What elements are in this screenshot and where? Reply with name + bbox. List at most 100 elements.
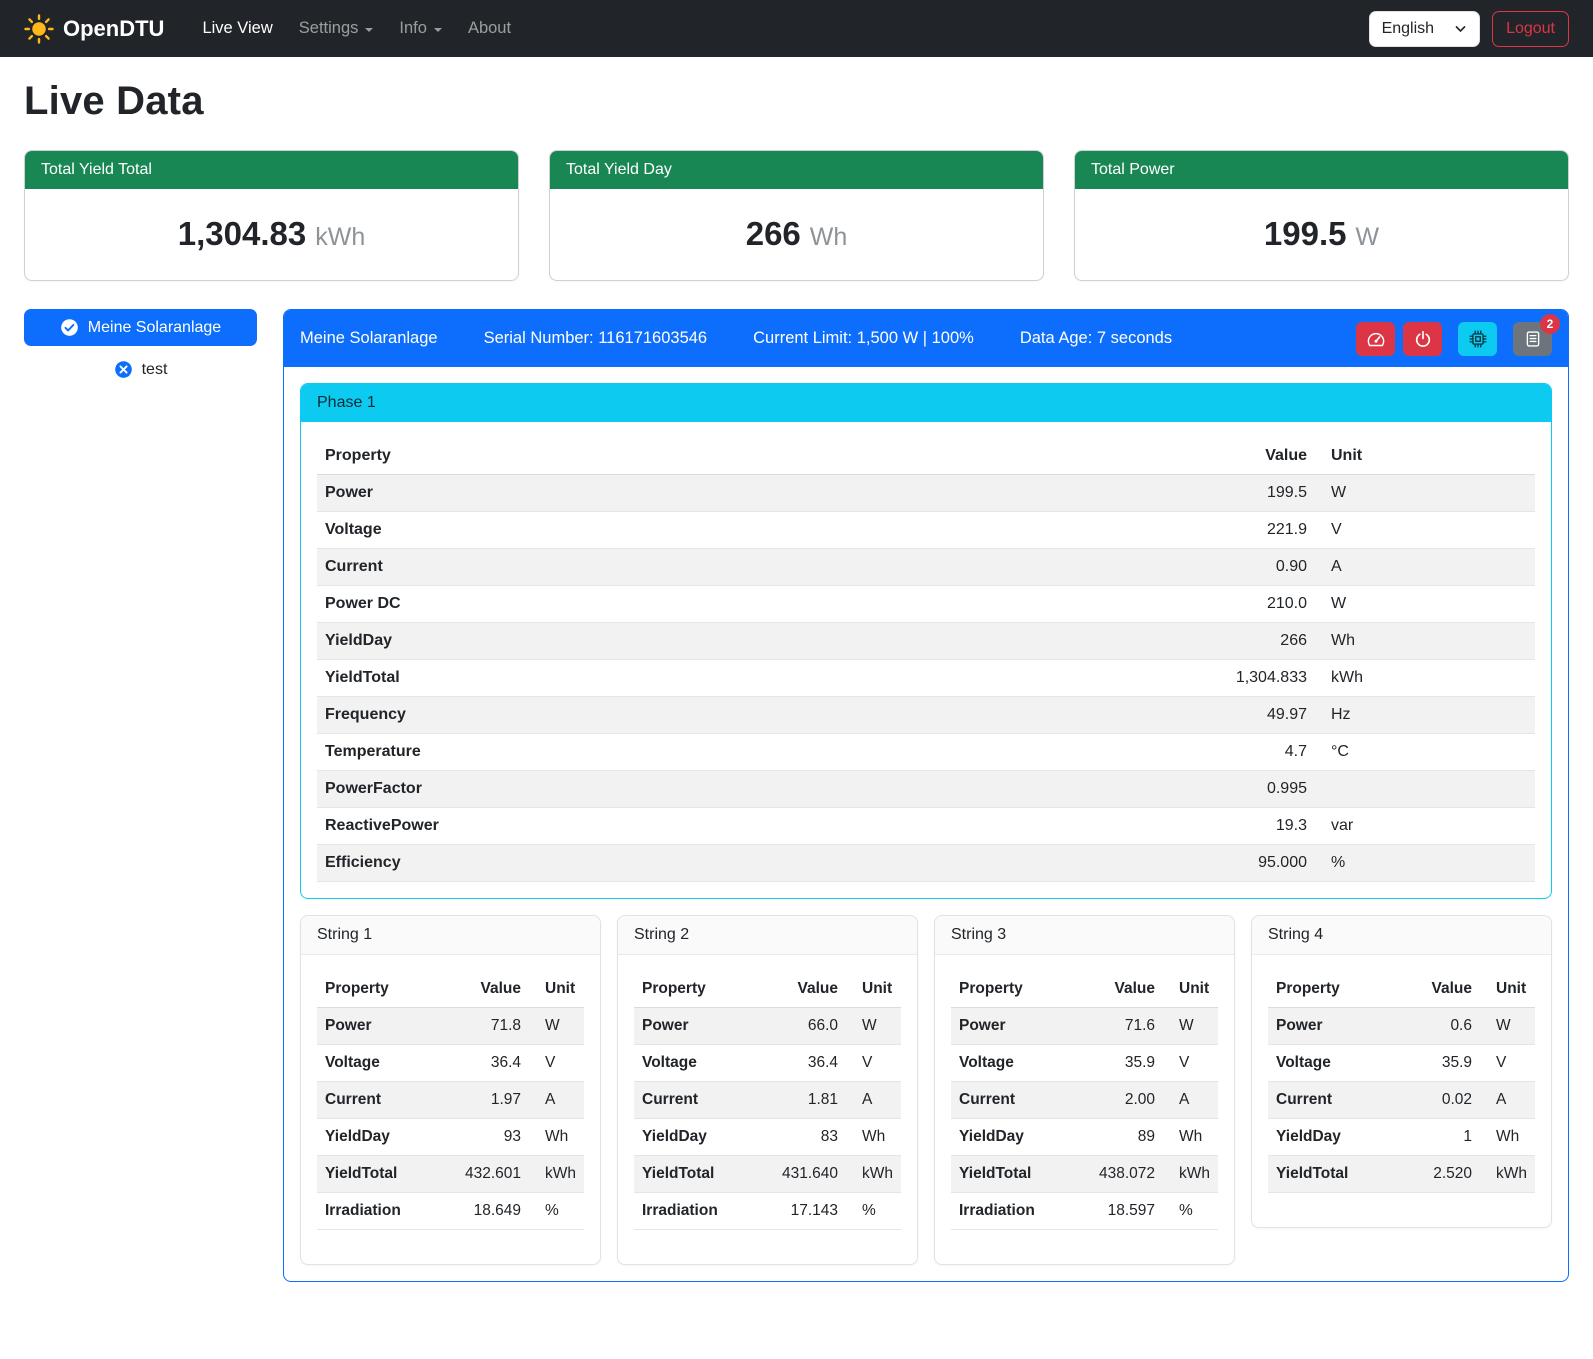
value-cell: 1,304.833 [914,660,1315,697]
unit-cell: % [1163,1193,1218,1230]
value-cell: 2.520 [1397,1156,1480,1193]
table-row: Voltage35.9V [951,1045,1218,1082]
total-yield-day-unit: Wh [810,223,848,251]
value-cell: 221.9 [914,512,1315,549]
value-cell: 210.0 [914,586,1315,623]
inverter-name: Meine Solaranlage [300,329,438,348]
property-cell: Voltage [317,512,914,549]
unit-cell: Wh [1163,1119,1218,1156]
property-cell: Power [317,475,914,512]
event-log-button[interactable]: 2 [1513,322,1552,356]
value-cell: 266 [914,623,1315,660]
value-cell: 35.9 [1397,1045,1480,1082]
value-column-header: Value [1397,971,1480,1008]
value-cell: 1 [1397,1119,1480,1156]
language-select[interactable]: English [1369,11,1480,47]
property-cell: YieldTotal [317,660,914,697]
property-cell: PowerFactor [317,771,914,808]
property-cell: Frequency [317,697,914,734]
string-card-body: Property Value Unit Power66.0WVoltage36.… [618,955,917,1264]
property-cell: Voltage [1268,1045,1397,1082]
table-row: YieldTotal438.072kWh [951,1156,1218,1193]
chevron-down-icon [434,28,442,32]
chevron-down-icon [1454,22,1467,35]
brand[interactable]: OpenDTU [24,14,164,44]
property-cell: YieldDay [1268,1119,1397,1156]
inverter-header: Meine Solaranlage Serial Number: 1161716… [284,310,1568,367]
total-power-card: Total Power 199.5W [1074,150,1569,281]
x-circle-icon [114,360,133,379]
page-title: Live Data [24,79,1569,124]
table-row: YieldDay266Wh [317,623,1535,660]
total-yield-total-card: Total Yield Total 1,304.83kWh [24,150,519,281]
table-header-row: Property Value Unit [1268,971,1535,1008]
property-cell: Current [634,1082,753,1119]
phase-1-card: Phase 1 Property Value Unit P [300,383,1552,899]
unit-cell: Wh [846,1119,901,1156]
table-row: ReactivePower19.3var [317,808,1535,845]
property-column-header: Property [634,971,753,1008]
table-row: YieldDay83Wh [634,1119,901,1156]
property-cell: Current [317,1082,436,1119]
property-cell: YieldDay [317,1119,436,1156]
device-info-button[interactable] [1458,322,1497,356]
property-cell: Power DC [317,586,914,623]
power-button[interactable] [1403,322,1442,356]
value-cell: 95.000 [914,845,1315,882]
unit-cell: A [529,1082,584,1119]
power-icon [1414,330,1432,348]
property-cell: YieldDay [317,623,914,660]
property-cell: YieldTotal [951,1156,1070,1193]
nav-info-label: Info [399,19,427,38]
value-cell: 432.601 [436,1156,529,1193]
value-cell: 1.81 [753,1082,846,1119]
unit-cell: Wh [529,1119,584,1156]
navbar: OpenDTU Live View Settings Info About En… [0,0,1593,57]
table-row: Power71.6W [951,1008,1218,1045]
table-row: Efficiency95.000% [317,845,1535,882]
table-row: Voltage221.9V [317,512,1535,549]
value-cell: 71.8 [436,1008,529,1045]
limit-settings-button[interactable] [1356,322,1395,356]
unit-column-header: Unit [1163,971,1218,1008]
table-header-row: Property Value Unit [951,971,1218,1008]
property-cell: YieldDay [951,1119,1070,1156]
unit-cell: W [529,1008,584,1045]
property-cell: Temperature [317,734,914,771]
unit-cell: W [1480,1008,1535,1045]
unit-column-header: Unit [529,971,584,1008]
property-cell: YieldTotal [634,1156,753,1193]
nav-about[interactable]: About [458,11,521,46]
value-cell: 36.4 [436,1045,529,1082]
sidebar-item-test[interactable]: test [24,356,257,383]
nav-settings[interactable]: Settings [289,11,384,46]
logout-button[interactable]: Logout [1492,11,1569,47]
nav-info[interactable]: Info [389,11,452,46]
sidebar-item-label: test [142,361,168,379]
page-container: Live Data Total Yield Total 1,304.83kWh … [0,57,1593,1310]
sidebar-item-meine-solaranlage[interactable]: Meine Solaranlage [24,309,257,346]
value-cell: 89 [1070,1119,1163,1156]
cpu-icon [1469,330,1487,348]
value-column-header: Value [753,971,846,1008]
table-row: Temperature4.7°C [317,734,1535,771]
nav-live-view[interactable]: Live View [192,11,282,46]
string-card-body: Property Value Unit Power71.6WVoltage35.… [935,955,1234,1264]
value-cell: 0.6 [1397,1008,1480,1045]
value-cell: 17.143 [753,1193,846,1230]
brand-label: OpenDTU [63,16,164,42]
total-yield-day-card: Total Yield Day 266Wh [549,150,1044,281]
property-cell: Voltage [634,1045,753,1082]
string-title: String 2 [618,916,917,955]
property-cell: YieldTotal [1268,1156,1397,1193]
value-cell: 1.97 [436,1082,529,1119]
table-row: Voltage36.4V [634,1045,901,1082]
total-yield-total-value: 1,304.83 [178,215,306,252]
main-row: Meine Solaranlage test Meine Solaranlage… [24,309,1569,1282]
unit-cell: % [846,1193,901,1230]
phase-title: Phase 1 [301,384,1551,422]
table-row: Frequency49.97Hz [317,697,1535,734]
string-title: String 1 [301,916,600,955]
table-header-row: Property Value Unit [317,971,584,1008]
table-row: Power66.0W [634,1008,901,1045]
